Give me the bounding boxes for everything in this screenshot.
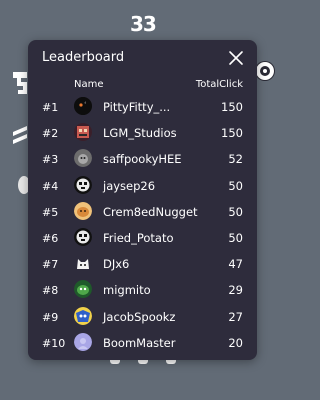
player-avatar: [74, 149, 92, 168]
leaderboard-row: #4 jaysep26 50: [28, 173, 257, 199]
player-name: saffpookyHEE: [103, 152, 182, 167]
player-score: 50: [228, 204, 243, 219]
player-avatar: [74, 227, 92, 246]
rank-label: #10: [42, 336, 66, 350]
player-score: 150: [221, 126, 243, 141]
player-avatar: [74, 254, 92, 273]
player-score: 29: [228, 283, 243, 298]
rank-label: #3: [42, 153, 59, 167]
leaderboard-panel: Leaderboard Name TotalClick #1 PittyFitt…: [28, 40, 257, 360]
leaderboard-row: #3 saffpookyHEE 52: [28, 146, 257, 172]
player-name: Fried_Potato: [103, 230, 174, 245]
leaderboard-row: #7 DJx6 47: [28, 251, 257, 277]
player-avatar: [74, 306, 92, 325]
player-name: BoomMaster: [103, 335, 176, 350]
rank-label: #6: [42, 231, 59, 245]
background-stripes-icon: [13, 126, 27, 144]
player-name: LGM_Studios: [103, 126, 177, 141]
target-icon[interactable]: [256, 62, 274, 80]
leaderboard-row: #5 Crem8edNugget 50: [28, 199, 257, 225]
player-name: migmito: [103, 283, 151, 298]
player-name: jaysep26: [103, 178, 156, 193]
player-score: 27: [228, 309, 243, 324]
player-avatar: [74, 201, 92, 220]
player-score: 50: [228, 178, 243, 193]
leaderboard-row: #8 migmito 29: [28, 277, 257, 303]
player-name: Crem8edNugget: [103, 204, 198, 219]
player-avatar: [74, 123, 92, 142]
background-score: 33: [130, 12, 157, 36]
rank-label: #7: [42, 258, 59, 272]
player-score: 52: [228, 152, 243, 167]
leaderboard-list: #1 PittyFitty_... 150 #2 LGM_Studios 150…: [28, 94, 257, 356]
background-glyph-icon: [13, 72, 27, 94]
rank-label: #4: [42, 179, 59, 193]
player-score: 47: [228, 257, 243, 272]
player-score: 50: [228, 230, 243, 245]
rank-label: #5: [42, 205, 59, 219]
column-header-totalclick: TotalClick: [195, 79, 243, 90]
player-name: DJx6: [103, 257, 130, 272]
player-score: 20: [228, 335, 243, 350]
player-avatar: [74, 280, 92, 299]
player-name: JacobSpookz: [103, 309, 176, 324]
player-avatar: [74, 332, 92, 351]
leaderboard-row: #9 JacobSpookz 27: [28, 304, 257, 330]
player-avatar: [74, 175, 92, 194]
column-header-name: Name: [74, 79, 104, 90]
leaderboard-row: #6 Fried_Potato 50: [28, 225, 257, 251]
player-score: 150: [221, 100, 243, 114]
leaderboard-row: #1 PittyFitty_... 150: [28, 94, 257, 120]
rank-label: #9: [42, 310, 59, 324]
rank-label: #8: [42, 284, 59, 298]
leaderboard-title: Leaderboard: [42, 50, 125, 65]
player-name: PittyFitty_...: [103, 100, 171, 114]
close-icon[interactable]: [228, 50, 244, 66]
player-avatar: [74, 97, 92, 115]
rank-label: #2: [42, 127, 59, 141]
leaderboard-row: #10 BoomMaster 20: [28, 330, 257, 356]
rank-label: #1: [42, 101, 59, 114]
leaderboard-row: #2 LGM_Studios 150: [28, 120, 257, 146]
